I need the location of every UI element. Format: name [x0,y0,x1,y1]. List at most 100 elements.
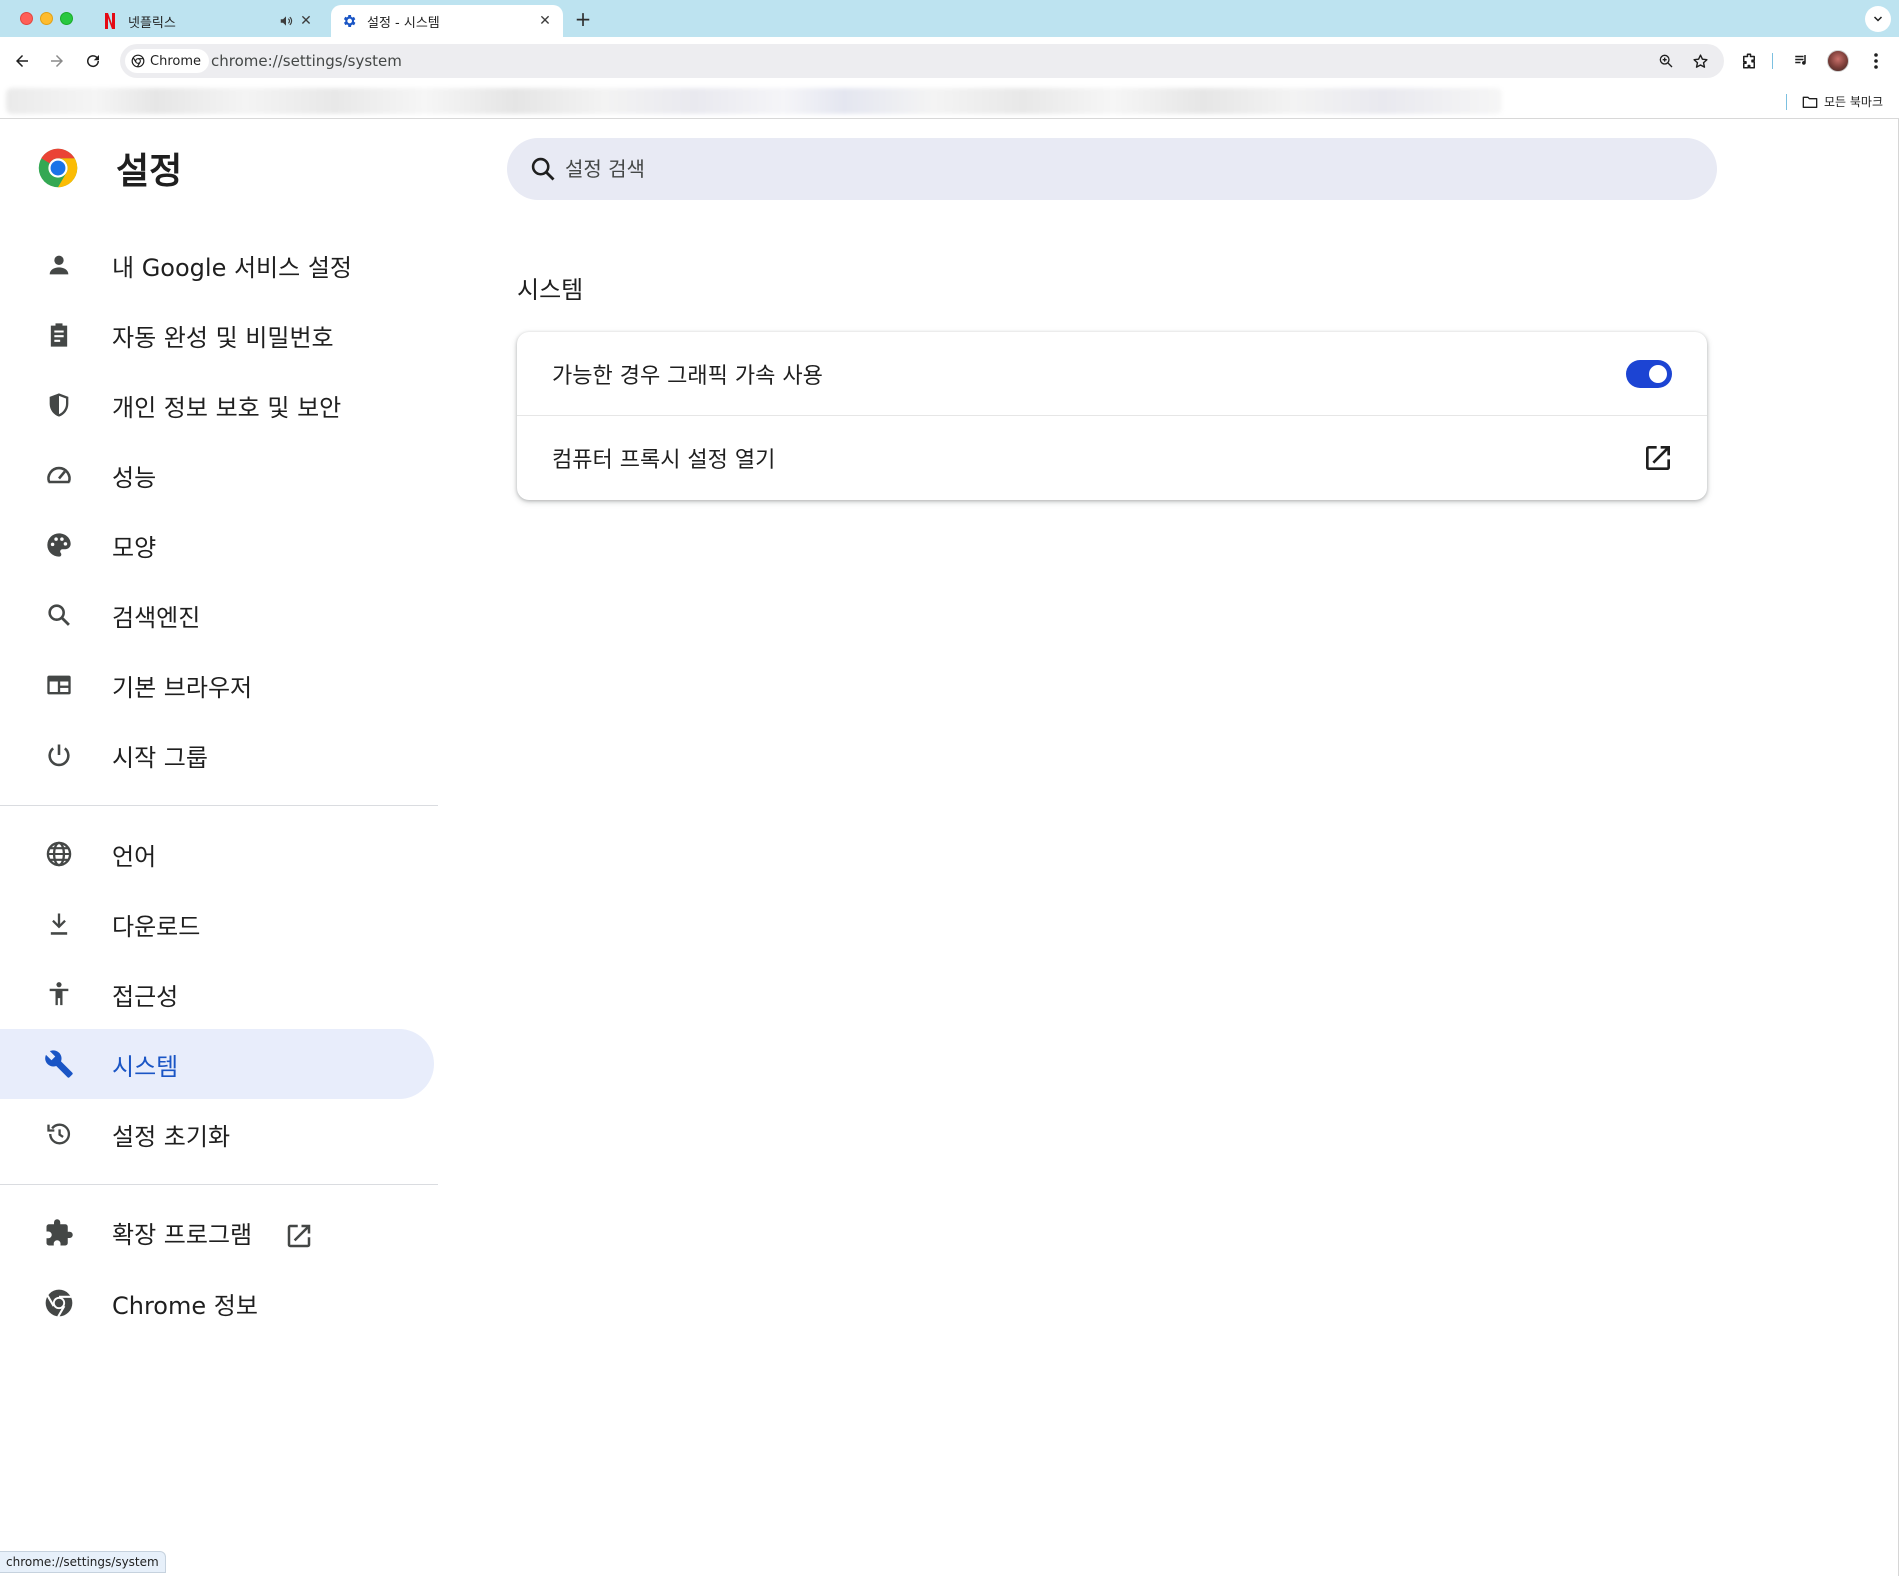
sidebar-item-performance[interactable]: 성능 [0,440,434,510]
extensions-label: 확장 프로그램 [112,1221,253,1249]
sidebar-item-default-browser[interactable]: 기본 브라우저 [0,650,434,720]
new-tab-button[interactable]: + [571,7,595,31]
chip-label: Chrome [150,53,201,69]
bookmarks-divider [1786,94,1787,110]
section-title: 시스템 [517,276,584,304]
media-control-icon[interactable] [1790,49,1814,73]
browser-icon [42,668,76,702]
settings-search-input[interactable] [565,152,1665,186]
browser-toolbar: Chrome chrome://settings/system [0,37,1899,85]
sidebar-item-search-engine[interactable]: 검색엔진 [0,580,434,650]
shield-icon [42,388,76,422]
sidebar-item-label: 개인 정보 보호 및 보안 [112,393,342,422]
sidebar-item-appearance[interactable]: 모양 [0,510,434,580]
sidebar-item-privacy[interactable]: 개인 정보 보호 및 보안 [0,370,434,440]
globe-icon [42,837,76,871]
tab-search-button[interactable] [1865,6,1891,32]
sidebar-item-label: 자동 완성 및 비밀번호 [112,323,334,352]
sidebar-item-languages[interactable]: 언어 [0,819,434,889]
zoom-icon[interactable] [1655,50,1677,72]
toolbar-divider [1772,53,1773,69]
bookmark-items-blurred[interactable] [6,88,1502,114]
tab-title: 설정 - 시스템 [367,15,440,31]
hardware-acceleration-row[interactable]: 가능한 경우 그래픽 가속 사용 [517,332,1707,416]
page-title: 설정 [116,151,183,192]
sidebar-item-accessibility[interactable]: 접근성 [0,959,434,1029]
sidebar-item-label: 모양 [112,533,157,562]
arrow-left-icon [16,55,28,67]
power-icon [42,738,76,772]
extensions-icon[interactable] [1737,49,1761,73]
site-info-chip[interactable]: Chrome [125,49,209,73]
forward-button[interactable] [43,47,71,75]
chevron-down-icon [1873,16,1883,22]
sidebar-item-label: 기본 브라우저 [112,673,253,702]
sidebar-item-label: 내 Google 서비스 설정 [112,253,352,282]
sidebar-item-label: 검색엔진 [112,603,201,632]
puzzle-icon [42,1216,76,1250]
open-in-new-icon [287,1224,311,1248]
sidebar-item-on-startup[interactable]: 시작 그룹 [0,720,434,790]
arrow-right-icon [51,55,63,67]
sidebar-item-label: 시스템 [112,1052,179,1081]
chrome-logo [38,148,78,188]
chrome-icon [42,1286,76,1320]
folder-icon [1802,96,1818,108]
system-settings-card: 가능한 경우 그래픽 가속 사용 컴퓨터 프록시 설정 열기 [517,332,1707,500]
sidebar-item-extensions[interactable]: 확장 프로그램 [0,1198,434,1268]
all-bookmarks-label: 모든 북마크 [1824,95,1884,109]
sidebar-item-about-chrome[interactable]: Chrome 정보 [0,1268,434,1338]
reload-button[interactable] [79,47,107,75]
sidebar-item-google-services[interactable]: 내 Google 서비스 설정 [0,230,434,300]
bookmark-star-icon[interactable] [1689,50,1711,72]
tab-netflix[interactable]: 넷플릭스 ✕ [92,5,324,37]
person-icon [42,248,76,282]
sidebar-item-label: 언어 [112,842,157,871]
settings-search[interactable] [507,138,1717,200]
tab-title: 넷플릭스 [128,15,176,31]
sidebar-item-label: Chrome 정보 [112,1291,258,1320]
profile-avatar[interactable] [1827,50,1849,72]
restore-icon [42,1117,76,1151]
wrench-icon [42,1047,76,1081]
close-tab-icon[interactable]: ✕ [296,11,316,31]
proxy-settings-row[interactable]: 컴퓨터 프록시 설정 열기 [517,416,1707,500]
search-icon [42,598,76,632]
speaker-icon[interactable] [276,11,296,31]
sidebar-item-reset[interactable]: 설정 초기화 [0,1099,434,1169]
close-tab-icon[interactable]: ✕ [535,11,555,31]
hardware-acceleration-label: 가능한 경우 그래픽 가속 사용 [552,364,823,389]
clipboard-icon [42,318,76,352]
gear-icon [341,13,357,29]
back-button[interactable] [8,47,36,75]
all-bookmarks-button[interactable]: 모든 북마크 [1802,93,1883,110]
open-in-new-icon[interactable] [1642,442,1674,474]
sidebar-item-label: 확장 프로그램 [112,1215,314,1251]
toggle-knob [1649,365,1667,383]
window-zoom-button[interactable] [60,12,73,25]
reload-icon [87,55,100,68]
sidebar-item-autofill[interactable]: 자동 완성 및 비밀번호 [0,300,434,370]
status-bubble: chrome://settings/system [0,1551,166,1573]
more-menu-icon[interactable] [1864,49,1888,73]
sidebar-item-downloads[interactable]: 다운로드 [0,889,434,959]
sidebar-item-system[interactable]: 시스템 [0,1029,434,1099]
sidebar-item-label: 다운로드 [112,912,201,941]
window-close-button[interactable] [20,12,33,25]
sidebar-item-label: 시작 그룹 [112,743,208,772]
tab-strip: 넷플릭스 ✕ 설정 - 시스템 ✕ + [0,0,1899,37]
sidebar-item-label: 성능 [112,463,157,492]
download-icon [42,907,76,941]
url-text[interactable]: chrome://settings/system [211,52,402,70]
tab-settings-system[interactable]: 설정 - 시스템 ✕ [331,5,563,37]
palette-icon [42,528,76,562]
hardware-acceleration-toggle[interactable] [1626,360,1672,388]
address-bar[interactable]: Chrome chrome://settings/system [120,44,1724,78]
search-icon [531,157,555,181]
sidebar-divider [0,1184,438,1185]
sidebar-item-label: 접근성 [112,982,179,1011]
speedometer-icon [42,458,76,492]
window-minimize-button[interactable] [40,12,53,25]
proxy-settings-label: 컴퓨터 프록시 설정 열기 [552,448,776,473]
sidebar-item-label: 설정 초기화 [112,1122,231,1151]
